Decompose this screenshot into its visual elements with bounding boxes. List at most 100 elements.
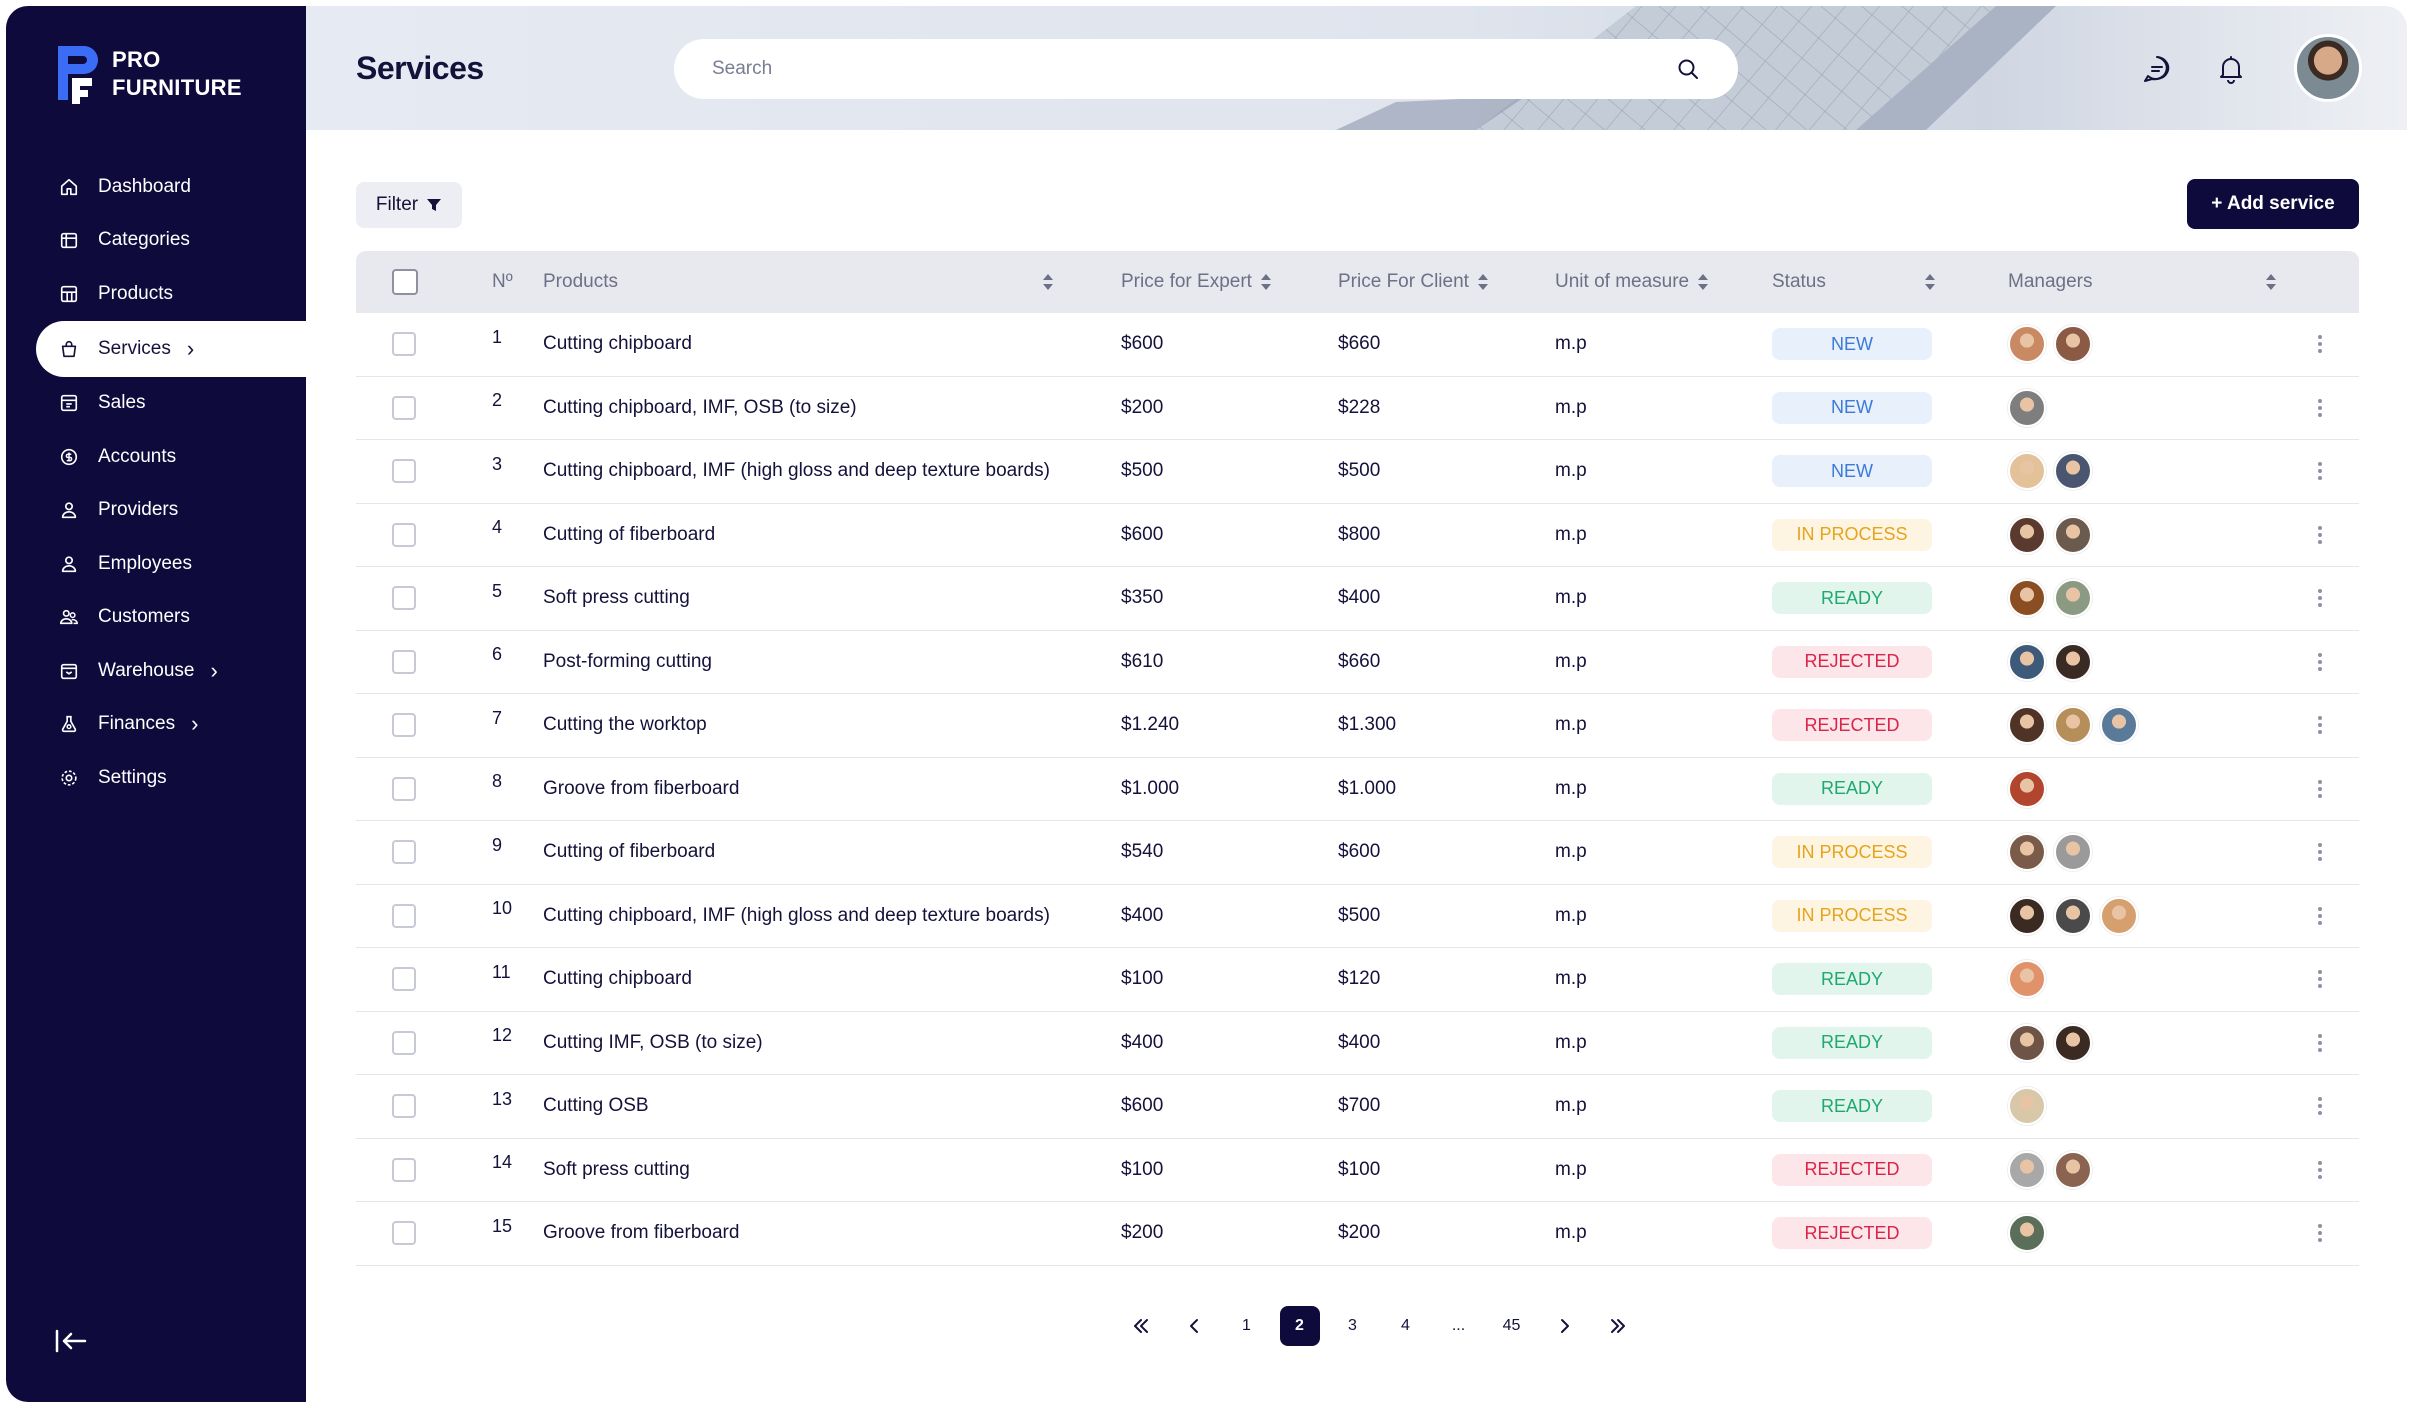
row-checkbox[interactable]: [392, 713, 416, 738]
more-options-icon[interactable]: [2310, 1155, 2330, 1185]
row-checkbox[interactable]: [392, 395, 416, 420]
row-checkbox[interactable]: [392, 332, 416, 357]
row-checkbox[interactable]: [392, 1030, 416, 1055]
manager-avatar[interactable]: [2054, 325, 2092, 364]
table-row[interactable]: 3 Cutting chipboard, IMF (high gloss and …: [356, 440, 2359, 504]
manager-avatar[interactable]: [2054, 896, 2092, 935]
manager-avatar[interactable]: [2008, 388, 2046, 427]
row-checkbox[interactable]: [392, 776, 416, 801]
manager-avatar[interactable]: [2054, 515, 2092, 554]
sidebar-item-dashboard[interactable]: Dashboard: [6, 160, 306, 214]
manager-avatar[interactable]: [2008, 1150, 2046, 1189]
manager-avatar[interactable]: [2008, 1214, 2046, 1253]
add-service-button[interactable]: + Add service: [2187, 179, 2359, 229]
more-options-icon[interactable]: [2310, 329, 2330, 359]
table-row[interactable]: 8 Groove from fiberboard $1.000 $1.000 m.p RE…: [356, 758, 2359, 821]
more-options-icon[interactable]: [2310, 774, 2330, 804]
more-options-icon[interactable]: [2310, 393, 2330, 423]
manager-avatar[interactable]: [2008, 960, 2046, 999]
header-managers[interactable]: Managers: [2008, 271, 2093, 293]
table-row[interactable]: 14 Soft press cutting $100 $100 m.p REJECTED: [356, 1139, 2359, 1202]
sidebar-item-sales[interactable]: Sales: [6, 377, 306, 431]
manager-avatar[interactable]: [2100, 706, 2138, 745]
header-status[interactable]: Status: [1772, 271, 1826, 293]
brand-logo[interactable]: PRO FURNITURE: [54, 42, 242, 104]
sidebar-item-settings[interactable]: Settings: [6, 751, 306, 805]
header-products[interactable]: Products: [543, 271, 618, 293]
header-unit[interactable]: Unit of measure: [1555, 271, 1709, 293]
filter-button[interactable]: Filter: [356, 182, 462, 228]
manager-avatar[interactable]: [2008, 706, 2046, 745]
manager-avatar[interactable]: [2054, 1150, 2092, 1189]
manager-avatar[interactable]: [2008, 452, 2046, 491]
table-row[interactable]: 11 Cutting chipboard $100 $120 m.p READY: [356, 948, 2359, 1012]
manager-avatar[interactable]: [2008, 325, 2046, 364]
sort-managers-icon[interactable]: [2257, 273, 2277, 291]
sidebar-item-categories[interactable]: Categories: [6, 214, 306, 268]
manager-avatar[interactable]: [2054, 706, 2092, 745]
user-avatar[interactable]: [2294, 34, 2362, 102]
last-page-icon[interactable]: [1598, 1306, 1638, 1346]
row-checkbox[interactable]: [392, 1157, 416, 1182]
collapse-sidebar-icon[interactable]: [54, 1328, 88, 1354]
sidebar-item-warehouse[interactable]: Warehouse ›: [6, 644, 306, 698]
table-row[interactable]: 9 Cutting of fiberboard $540 $600 m.p IN PROC…: [356, 821, 2359, 885]
sidebar-item-providers[interactable]: Providers: [6, 484, 306, 538]
more-options-icon[interactable]: [2310, 1218, 2330, 1248]
manager-avatar[interactable]: [2008, 1087, 2046, 1126]
prev-page-icon[interactable]: [1174, 1306, 1214, 1346]
first-page-icon[interactable]: [1121, 1306, 1161, 1346]
row-checkbox[interactable]: [392, 649, 416, 674]
sidebar-item-finances[interactable]: Finances ›: [6, 698, 306, 752]
row-checkbox[interactable]: [392, 586, 416, 611]
table-row[interactable]: 1 Cutting chipboard $600 $660 m.p NEW: [356, 313, 2359, 377]
table-row[interactable]: 4 Cutting of fiberboard $600 $800 m.p IN PROC…: [356, 504, 2359, 567]
sidebar-item-employees[interactable]: Employees: [6, 537, 306, 591]
row-checkbox[interactable]: [392, 840, 416, 865]
more-options-icon[interactable]: [2310, 583, 2330, 613]
more-options-icon[interactable]: [2310, 456, 2330, 486]
sidebar-item-products[interactable]: Products: [6, 267, 306, 321]
table-row[interactable]: 15 Groove from fiberboard $200 $200 m.p REJEC…: [356, 1202, 2359, 1266]
manager-avatar[interactable]: [2008, 579, 2046, 618]
table-row[interactable]: 12 Cutting IMF, OSB (to size) $400 $400 m.p R…: [356, 1012, 2359, 1075]
table-row[interactable]: 6 Post-forming cutting $610 $660 m.p REJECTED: [356, 631, 2359, 694]
manager-avatar[interactable]: [2008, 769, 2046, 808]
select-all-checkbox[interactable]: [392, 269, 418, 295]
manager-avatar[interactable]: [2054, 579, 2092, 618]
more-options-icon[interactable]: [2310, 710, 2330, 740]
page-2-button[interactable]: 2: [1279, 1306, 1320, 1346]
more-options-icon[interactable]: [2310, 520, 2330, 550]
manager-avatar[interactable]: [2100, 896, 2138, 935]
row-checkbox[interactable]: [392, 522, 416, 547]
manager-avatar[interactable]: [2054, 1023, 2092, 1062]
search-bar[interactable]: [674, 39, 1738, 99]
more-options-icon[interactable]: [2310, 1091, 2330, 1121]
sort-status-icon[interactable]: [1916, 273, 1936, 291]
more-options-icon[interactable]: [2310, 1028, 2330, 1058]
manager-avatar[interactable]: [2008, 515, 2046, 554]
row-checkbox[interactable]: [392, 903, 416, 928]
table-row[interactable]: 10 Cutting chipboard, IMF (high gloss and…: [356, 885, 2359, 948]
sort-products-icon[interactable]: [1034, 273, 1054, 291]
row-checkbox[interactable]: [392, 1221, 416, 1246]
row-checkbox[interactable]: [392, 967, 416, 992]
row-checkbox[interactable]: [392, 459, 416, 484]
messages-icon[interactable]: [2142, 54, 2172, 84]
search-input[interactable]: [712, 58, 1676, 80]
manager-avatar[interactable]: [2054, 642, 2092, 681]
page-1-button[interactable]: 1: [1227, 1306, 1267, 1346]
manager-avatar[interactable]: [2008, 833, 2046, 872]
bell-icon[interactable]: [2216, 54, 2246, 84]
more-options-icon[interactable]: [2310, 647, 2330, 677]
page-3-button[interactable]: 3: [1333, 1306, 1373, 1346]
manager-avatar[interactable]: [2054, 833, 2092, 872]
manager-avatar[interactable]: [2008, 642, 2046, 681]
manager-avatar[interactable]: [2054, 452, 2092, 491]
sidebar-item-customers[interactable]: Customers: [6, 591, 306, 645]
next-page-icon[interactable]: [1545, 1306, 1585, 1346]
sidebar-item-services[interactable]: Services ›: [36, 320, 306, 377]
page-4-button[interactable]: 4: [1386, 1306, 1426, 1346]
table-row[interactable]: 13 Cutting OSB $600 $700 m.p READY: [356, 1075, 2359, 1139]
page-45-button[interactable]: 45: [1492, 1306, 1532, 1346]
